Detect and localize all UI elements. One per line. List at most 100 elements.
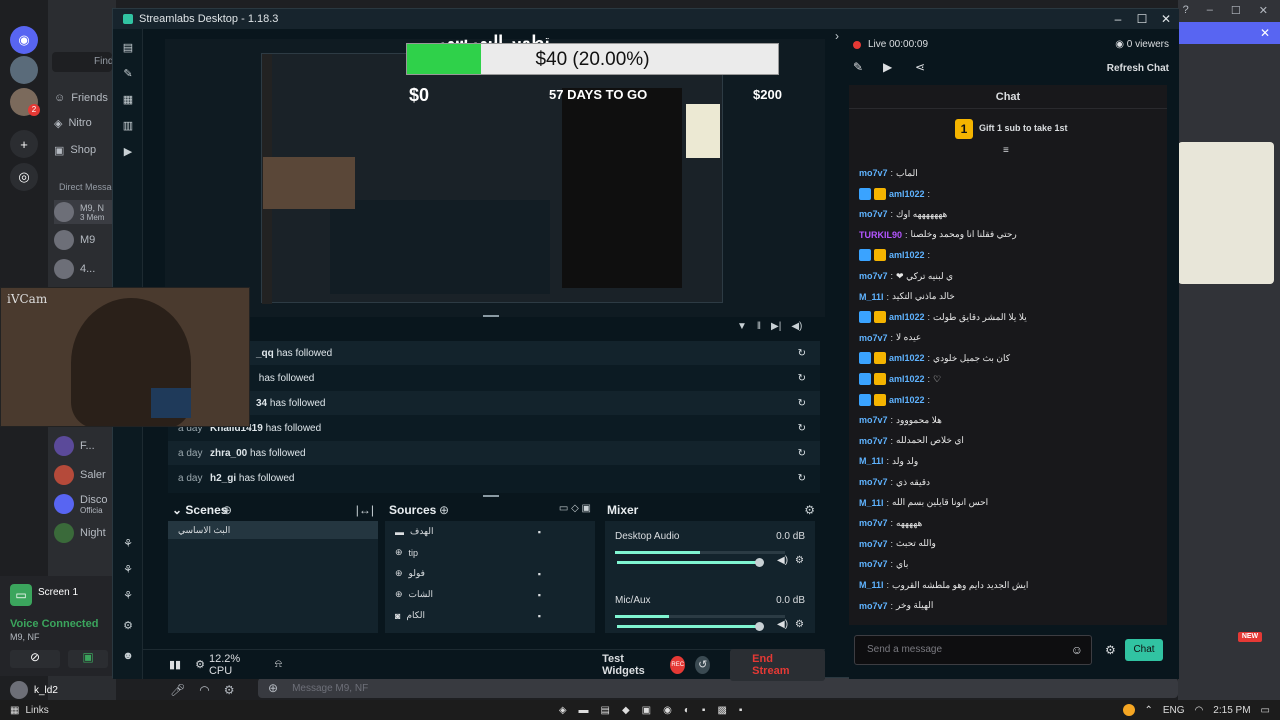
source-item[interactable]: ⊕ الشات ▪ [385,584,595,605]
source-item[interactable]: ⊕ فولو ▪ [385,563,595,584]
dm-item[interactable]: M9, N3 Mem [54,200,114,224]
links-label[interactable]: Links [25,705,48,716]
replay-icon[interactable]: ↻ [798,473,806,484]
discord-icon[interactable]: ◉ [663,705,672,716]
chat-username[interactable]: aml1022 [889,189,925,199]
weather-icon[interactable] [1122,704,1135,716]
wifi-icon[interactable]: ◠ [1195,705,1204,716]
settings-gear-icon[interactable]: ⚙ [121,619,135,633]
chat-username[interactable]: M_11l [859,580,884,590]
chat-username[interactable]: mo7v7 [859,601,888,611]
voice-connected-label[interactable]: Voice Connected [10,618,98,630]
themes-icon[interactable]: ✎ [121,67,135,81]
edit-icon[interactable]: ✎ [853,60,863,74]
replay-icon[interactable]: ↻ [798,448,806,459]
chat-username[interactable]: aml1022 [889,353,925,363]
pause-icon[interactable]: ‖ [757,321,761,335]
chat-username[interactable]: TURKIL90 [859,230,902,240]
minimize-icon[interactable]: – [1207,4,1213,16]
chat-username[interactable]: aml1022 [889,395,925,405]
lang-label[interactable]: ENG [1163,705,1185,716]
chat-username[interactable]: mo7v7 [859,539,888,549]
channel-settings-icon[interactable]: ⚙ [795,555,804,566]
chat-settings-icon[interactable]: ⚙ [1105,643,1116,657]
chat-username[interactable]: mo7v7 [859,271,888,281]
dm-item[interactable]: Saler [54,463,114,487]
explore-icon[interactable]: ◎ [10,163,38,191]
profile-icon[interactable]: ☻ [121,649,135,663]
volume-slider-handle[interactable] [755,622,764,631]
lock-icon[interactable]: ▪ [538,527,541,537]
nav-nitro[interactable]: ◈ Nitro [54,111,114,135]
replay-icon[interactable]: ↻ [798,373,806,384]
headphones-icon[interactable]: ◠ [199,683,209,697]
play-icon[interactable]: ▶ [121,145,135,159]
maximize-icon[interactable]: ☐ [1231,4,1241,17]
dm-item[interactable]: Night [54,521,114,545]
speaker-icon[interactable]: ◀) [777,619,788,630]
chat-username[interactable]: mo7v7 [859,333,888,343]
end-stream-button[interactable]: End Stream [730,648,825,681]
store-icon[interactable]: ▦ [121,93,135,107]
replay-icon[interactable]: ↻ [798,348,806,359]
source-tools-icon[interactable]: ▭ ◇ ▣ [559,503,591,514]
chat-username[interactable]: M_11l [859,292,884,302]
skip-icon[interactable]: ▶| [771,321,781,335]
filter-icon[interactable]: ▼ [737,321,747,335]
lock-icon[interactable]: ▪ [538,590,541,600]
chat-username[interactable]: M_11l [859,498,884,508]
resize-handle[interactable] [483,315,499,317]
stream-preview[interactable]: تطوير البي سي $0 57 DAYS TO GO $200 [165,33,825,317]
editor-icon[interactable]: ▤ [121,41,135,55]
dm-item[interactable]: M9 [54,228,114,252]
copilot-icon[interactable]: ◈ [559,705,567,716]
app-icon[interactable]: ▪ [702,705,706,716]
collapse-chevron-icon[interactable]: › [825,29,849,49]
steam-icon[interactable]: ◐ [684,705,690,716]
app-icon[interactable]: ▪ [739,705,743,716]
chat-username[interactable]: aml1022 [889,374,925,384]
app-icon[interactable]: ⚘ [121,589,135,603]
webcam-window[interactable]: iVCam [0,287,250,427]
streamlabs-icon[interactable]: ▩ [717,705,726,716]
server-icon[interactable] [10,56,38,84]
stream-off-button[interactable]: ⊘ [10,650,60,668]
notifications-icon[interactable]: ▭ [1261,705,1270,716]
chat-username[interactable]: mo7v7 [859,559,888,569]
test-widgets-button[interactable]: Test Widgets [602,653,658,677]
chat-username[interactable]: mo7v7 [859,436,888,446]
close-icon[interactable]: ✕ [1260,26,1270,40]
chat-input[interactable]: Send a message ☺ [854,635,1092,665]
video-icon[interactable]: ▶ [883,60,892,74]
close-icon[interactable]: ✕ [1157,11,1175,27]
volume-icon[interactable]: ◀) [791,321,802,335]
microphone-icon[interactable]: 🎤︎ [170,683,185,697]
chat-username[interactable]: aml1022 [889,250,925,260]
replay-icon[interactable]: ↻ [798,423,806,434]
nav-shop[interactable]: ▣ Shop [54,138,114,162]
help-icon[interactable]: ? [1183,4,1189,16]
brave-icon[interactable]: ◆ [622,705,630,716]
notification-bell-icon[interactable]: ⍾ [275,658,282,671]
chat-username[interactable]: mo7v7 [859,168,888,178]
settings-gear-icon[interactable]: ⚙ [224,683,235,697]
refresh-chat-button[interactable]: Refresh Chat [1107,63,1169,74]
chat-username[interactable]: mo7v7 [859,209,888,219]
scene-transitions-icon[interactable]: |↔| [356,503,374,517]
app-icon[interactable]: ⚘ [121,537,135,551]
add-scene-icon[interactable]: ⊕ [222,503,232,517]
record-icon[interactable]: REC [670,655,686,674]
source-item[interactable]: ⊕ tip [385,542,595,563]
maximize-icon[interactable]: ☐ [1133,11,1151,27]
stats-icon[interactable]: ▮▮ [169,658,181,671]
lock-icon[interactable]: ▪ [538,611,541,621]
media-icon[interactable]: ▣ [642,705,651,716]
channel-settings-icon[interactable]: ⚙ [795,619,804,630]
find-input[interactable]: Find [52,52,113,72]
minimize-icon[interactable]: – [1109,11,1127,27]
add-source-icon[interactable]: ⊕ [439,503,449,517]
chat-username[interactable]: aml1022 [889,312,925,322]
image-embed[interactable] [1178,142,1274,284]
discord-home-icon[interactable]: ◉ [10,26,38,54]
chevron-down-icon[interactable]: ≡ [1003,145,1009,156]
